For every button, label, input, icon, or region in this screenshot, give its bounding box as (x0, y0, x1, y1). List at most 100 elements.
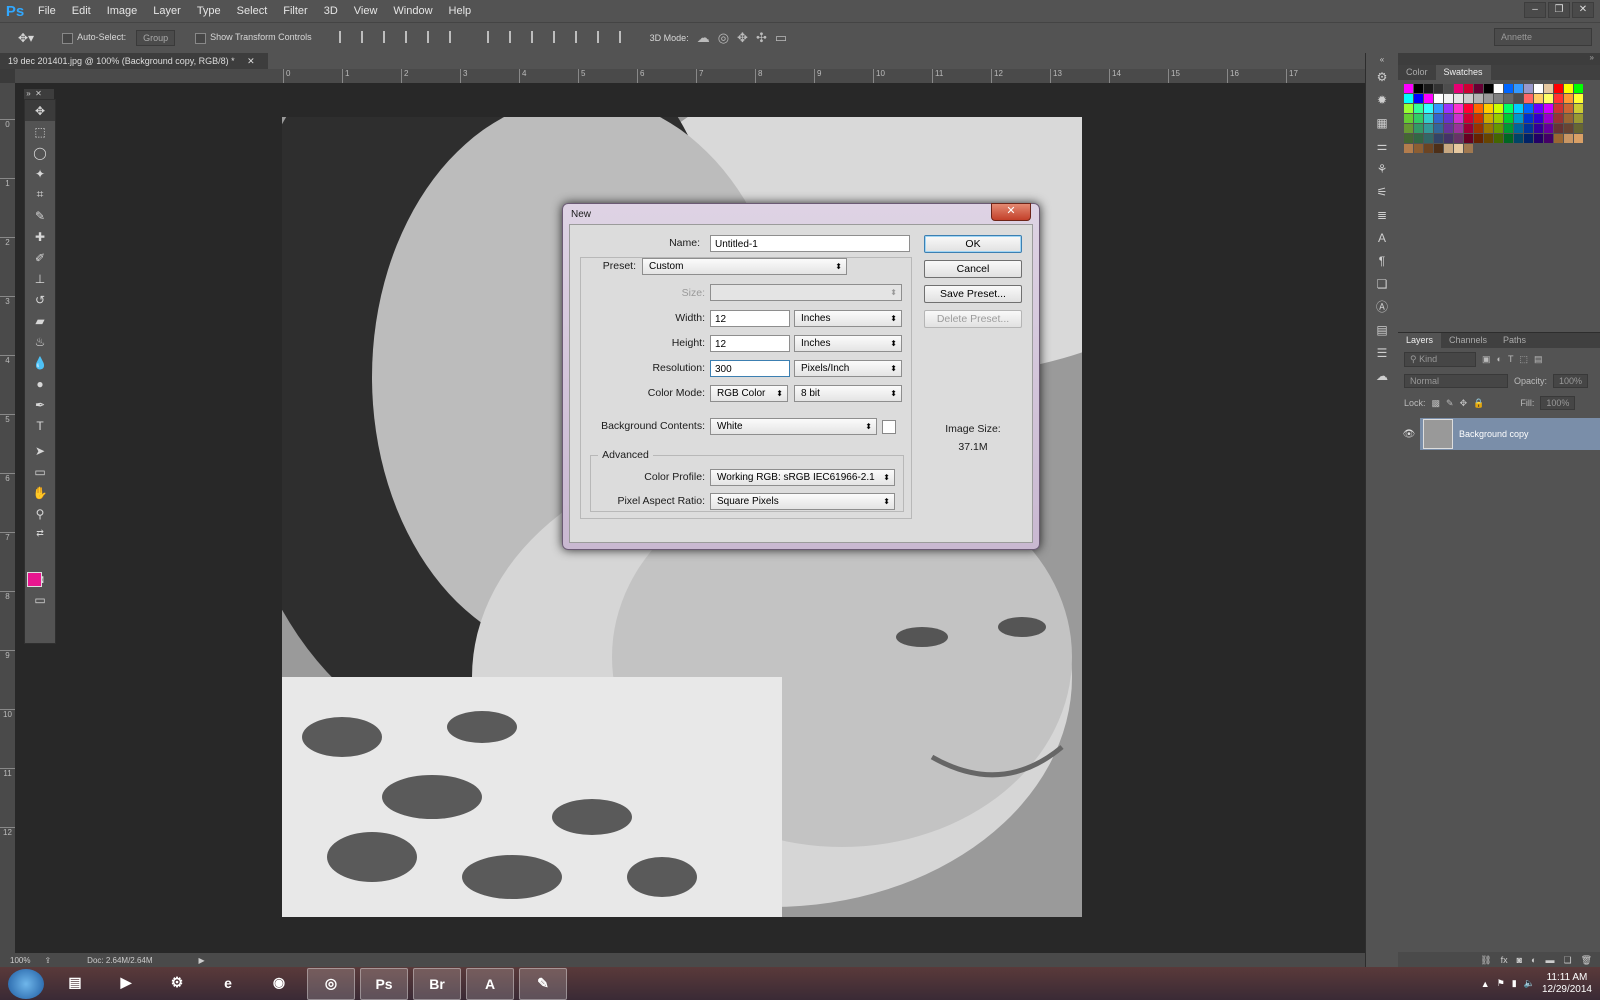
libraries-icon[interactable]: ☁ (1366, 364, 1398, 387)
swatch[interactable] (1434, 124, 1443, 133)
quick-select-icon[interactable]: ✦ (25, 163, 55, 184)
swatch[interactable] (1424, 114, 1433, 123)
restore-icon[interactable]: ❐ (1548, 2, 1570, 18)
swatch[interactable] (1454, 124, 1463, 133)
swatch[interactable] (1474, 124, 1483, 133)
swatch[interactable] (1564, 134, 1573, 143)
swatch[interactable] (1464, 124, 1473, 133)
blur-icon[interactable]: 💧 (25, 352, 55, 373)
swatch[interactable] (1574, 124, 1583, 133)
swatch[interactable] (1424, 84, 1433, 93)
brushes-icon[interactable]: ▦ (1366, 111, 1398, 134)
photoshop-icon[interactable]: Ps (360, 967, 408, 1000)
swatch[interactable] (1494, 104, 1503, 113)
filter-type-icon[interactable]: T (1508, 354, 1514, 364)
swatch[interactable] (1414, 114, 1423, 123)
swatch[interactable] (1464, 114, 1473, 123)
tab-layers[interactable]: Layers (1398, 333, 1442, 348)
properties-icon[interactable]: ⚌ (1366, 134, 1398, 157)
swatch[interactable] (1404, 104, 1413, 113)
zoom-icon[interactable]: ⚲ (25, 503, 55, 524)
swatch[interactable] (1434, 94, 1443, 103)
pixel-aspect-dropdown[interactable]: Square Pixels ⬍ (710, 493, 895, 510)
swatch[interactable] (1554, 104, 1563, 113)
cancel-button[interactable]: Cancel (924, 260, 1022, 278)
eraser-icon[interactable]: ▰ (25, 310, 55, 331)
align-vcenter-icon[interactable] (360, 31, 373, 43)
swatch[interactable] (1424, 104, 1433, 113)
tray-up-arrow-icon[interactable]: ▲ (1481, 979, 1490, 989)
swatch[interactable] (1474, 104, 1483, 113)
menu-help[interactable]: Help (441, 5, 480, 17)
swatch[interactable] (1454, 84, 1463, 93)
swatch[interactable] (1474, 114, 1483, 123)
history-icon[interactable]: ⚙ (1366, 65, 1398, 88)
distribute-buttons[interactable] (482, 31, 636, 45)
clock[interactable]: 11:11 AM 12/29/2014 (1542, 972, 1592, 996)
new-group-icon[interactable]: ▬ (1545, 955, 1554, 965)
3d-mode-icons[interactable]: ☁◎✥✣▭ (697, 30, 795, 46)
swatch[interactable] (1424, 94, 1433, 103)
swatch[interactable] (1404, 124, 1413, 133)
swatch[interactable] (1434, 114, 1443, 123)
swatch[interactable] (1404, 84, 1413, 93)
height-unit-dropdown[interactable]: Inches ⬍ (794, 335, 902, 352)
swatch[interactable] (1444, 94, 1453, 103)
filter-adjust-icon[interactable]: ◐ (1497, 354, 1502, 364)
lasso-icon[interactable]: ◯ (25, 142, 55, 163)
swatch[interactable] (1484, 84, 1493, 93)
visibility-eye-icon[interactable]: 👁 (1398, 429, 1420, 440)
swatch[interactable] (1404, 114, 1413, 123)
panel-collapse-icon[interactable]: » (1398, 53, 1600, 65)
adjustment-layer-icon[interactable]: ◐ (1531, 955, 1536, 965)
menu-file[interactable]: File (30, 5, 64, 17)
distribute-vcenter-icon[interactable] (508, 31, 521, 43)
swatch[interactable] (1404, 94, 1413, 103)
distribute-right-icon[interactable] (596, 31, 609, 43)
brush-icon[interactable]: ✐ (25, 247, 55, 268)
swatch[interactable] (1524, 124, 1533, 133)
swatch[interactable] (1434, 84, 1443, 93)
lock-image-icon[interactable]: ✎ (1446, 398, 1454, 409)
swatch[interactable] (1484, 114, 1493, 123)
swatch[interactable] (1424, 124, 1433, 133)
swatch[interactable] (1434, 104, 1443, 113)
distribute-left-icon[interactable] (552, 31, 565, 43)
tab-color[interactable]: Color (1398, 65, 1436, 80)
firefox-icon[interactable]: ◉ (256, 968, 302, 998)
lock-transparent-icon[interactable]: ▩ (1432, 398, 1441, 409)
close-tab-icon[interactable]: ✕ (247, 56, 255, 66)
menu-type[interactable]: Type (189, 5, 229, 17)
swatch[interactable] (1574, 94, 1583, 103)
hand-icon[interactable]: ✋ (25, 482, 55, 503)
zoom-level[interactable]: 100% (10, 956, 30, 965)
menu-layer[interactable]: Layer (145, 5, 189, 17)
align-right-icon[interactable] (448, 31, 461, 43)
dialog-close-button[interactable]: ✕ (991, 203, 1031, 221)
swatch[interactable] (1524, 94, 1533, 103)
swatch[interactable] (1434, 144, 1443, 153)
character-styles-icon[interactable]: Ⓐ (1366, 295, 1398, 318)
resolution-field[interactable]: 300 (710, 360, 790, 377)
preset-dropdown[interactable]: Custom ⬍ (642, 258, 847, 275)
acrobat-icon[interactable]: A (466, 967, 514, 1000)
swatch[interactable] (1574, 114, 1583, 123)
filter-smart-icon[interactable]: ▤ (1534, 354, 1543, 365)
swatch[interactable] (1514, 84, 1523, 93)
swatch[interactable] (1444, 144, 1453, 153)
actions-icon[interactable]: ✹ (1366, 88, 1398, 111)
start-button[interactable] (8, 968, 44, 999)
swatch[interactable] (1464, 84, 1473, 93)
swatch[interactable] (1544, 134, 1553, 143)
swatch[interactable] (1534, 124, 1543, 133)
swatch[interactable] (1434, 134, 1443, 143)
swatch[interactable] (1564, 124, 1573, 133)
network-icon[interactable]: ▮ (1512, 978, 1517, 989)
align-top-icon[interactable] (338, 31, 351, 43)
history-brush-icon[interactable]: ↺ (25, 289, 55, 310)
bg-color-swatch[interactable] (882, 420, 896, 434)
swatch[interactable] (1464, 134, 1473, 143)
flag-icon[interactable]: ⚑ (1497, 978, 1505, 989)
volume-icon[interactable]: 🔈 (1524, 978, 1535, 989)
eyedropper-icon[interactable]: ✎ (25, 205, 55, 226)
